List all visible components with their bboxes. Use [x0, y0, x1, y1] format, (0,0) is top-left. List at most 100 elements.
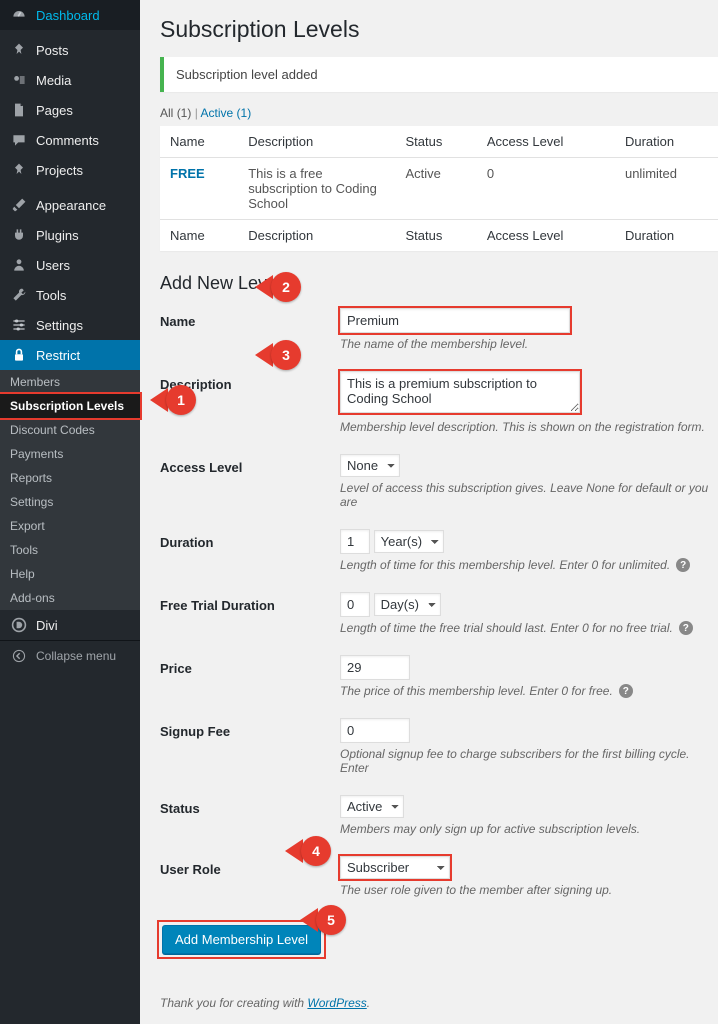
submenu-members[interactable]: Members — [0, 370, 140, 394]
brush-icon — [10, 197, 28, 213]
submenu-export[interactable]: Export — [0, 514, 140, 538]
th-description[interactable]: Description — [238, 126, 395, 158]
add-new-level-heading: Add New Level — [160, 273, 718, 294]
submenu-tools[interactable]: Tools — [0, 538, 140, 562]
role-label: User Role — [160, 856, 340, 877]
dashboard-icon — [10, 7, 28, 23]
sidebar-label: Settings — [36, 318, 132, 333]
sidebar-item-projects[interactable]: Projects — [0, 155, 140, 185]
submenu-discount-codes[interactable]: Discount Codes — [0, 418, 140, 442]
main-content: Subscription Levels Subscription level a… — [140, 0, 718, 1024]
collapse-label: Collapse menu — [36, 649, 116, 663]
role-help: The user role given to the member after … — [340, 883, 718, 897]
duration-label: Duration — [160, 529, 340, 550]
admin-sidebar: Dashboard Posts Media Pages Comments Pro… — [0, 0, 140, 1024]
duration-unit-select[interactable]: Year(s) — [374, 530, 444, 553]
sidebar-label: Divi — [36, 618, 132, 633]
footer-credit: Thank you for creating with WordPress. — [160, 996, 718, 1010]
sidebar-label: Pages — [36, 103, 132, 118]
sidebar-submenu: Members Subscription Levels Discount Cod… — [0, 370, 140, 610]
sidebar-label: Comments — [36, 133, 132, 148]
pin-icon — [10, 42, 28, 58]
page-title: Subscription Levels — [160, 16, 718, 43]
price-help: The price of this membership level. Ente… — [340, 684, 718, 698]
sidebar-item-media[interactable]: Media — [0, 65, 140, 95]
submenu-reports[interactable]: Reports — [0, 466, 140, 490]
help-icon[interactable]: ? — [676, 558, 690, 572]
notice-text: Subscription level added — [176, 67, 318, 82]
wordpress-link[interactable]: WordPress — [307, 996, 366, 1010]
media-icon — [10, 72, 28, 88]
trial-label: Free Trial Duration — [160, 592, 340, 613]
name-help: The name of the membership level. — [340, 337, 718, 351]
filter-links: All (1) | Active (1) — [160, 106, 718, 120]
price-label: Price — [160, 655, 340, 676]
duration-input[interactable] — [340, 529, 370, 554]
sidebar-item-users[interactable]: Users — [0, 250, 140, 280]
access-select[interactable]: None — [340, 454, 400, 477]
access-help: Level of access this subscription gives.… — [340, 481, 718, 509]
sliders-icon — [10, 317, 28, 333]
sidebar-label: Dashboard — [36, 8, 132, 23]
filter-active[interactable]: Active (1) — [201, 106, 252, 120]
th-access[interactable]: Access Level — [477, 126, 615, 158]
role-select[interactable]: Subscriber — [340, 856, 450, 879]
sidebar-item-appearance[interactable]: Appearance — [0, 190, 140, 220]
sidebar-item-pages[interactable]: Pages — [0, 95, 140, 125]
submenu-addons[interactable]: Add-ons — [0, 586, 140, 610]
status-select[interactable]: Active — [340, 795, 404, 818]
signup-label: Signup Fee — [160, 718, 340, 739]
signup-help: Optional signup fee to charge subscriber… — [340, 747, 718, 775]
lock-icon — [10, 347, 28, 363]
th-status[interactable]: Status — [396, 126, 477, 158]
sidebar-item-posts[interactable]: Posts — [0, 35, 140, 65]
table-row: FREE This is a free subscription to Codi… — [160, 158, 718, 220]
collapse-icon — [10, 649, 28, 663]
sidebar-label: Posts — [36, 43, 132, 58]
help-icon[interactable]: ? — [679, 621, 693, 635]
cell-description: This is a free subscription to Coding Sc… — [238, 158, 395, 220]
help-icon[interactable]: ? — [619, 684, 633, 698]
description-textarea[interactable]: This is a premium subscription to Coding… — [340, 371, 580, 413]
submenu-subscription-levels[interactable]: Subscription Levels — [0, 394, 140, 418]
trial-help: Length of time the free trial should las… — [340, 621, 718, 635]
divi-icon — [10, 617, 28, 633]
page-icon — [10, 102, 28, 118]
description-label: Description — [160, 371, 340, 392]
access-label: Access Level — [160, 454, 340, 475]
signup-input[interactable] — [340, 718, 410, 743]
th-name[interactable]: Name — [160, 126, 238, 158]
sidebar-item-dashboard[interactable]: Dashboard — [0, 0, 140, 30]
trial-input[interactable] — [340, 592, 370, 617]
sidebar-label: Users — [36, 258, 132, 273]
sidebar-item-restrict[interactable]: Restrict — [0, 340, 140, 370]
sidebar-item-plugins[interactable]: Plugins — [0, 220, 140, 250]
submenu-payments[interactable]: Payments — [0, 442, 140, 466]
sidebar-item-tools[interactable]: Tools — [0, 280, 140, 310]
submenu-settings[interactable]: Settings — [0, 490, 140, 514]
plug-icon — [10, 227, 28, 243]
price-input[interactable] — [340, 655, 410, 680]
submenu-help[interactable]: Help — [0, 562, 140, 586]
trial-unit-select[interactable]: Day(s) — [374, 593, 441, 616]
filter-all[interactable]: All (1) — [160, 106, 191, 120]
status-label: Status — [160, 795, 340, 816]
name-label: Name — [160, 308, 340, 329]
pin-icon — [10, 162, 28, 178]
sidebar-label: Media — [36, 73, 132, 88]
level-name-link[interactable]: FREE — [170, 166, 205, 181]
sidebar-label: Appearance — [36, 198, 132, 213]
wrench-icon — [10, 287, 28, 303]
sidebar-item-divi[interactable]: Divi — [0, 610, 140, 640]
cell-duration: unlimited — [615, 158, 718, 220]
sidebar-item-settings[interactable]: Settings — [0, 310, 140, 340]
add-membership-level-button[interactable]: Add Membership Level — [162, 925, 321, 954]
comment-icon — [10, 132, 28, 148]
sidebar-label: Projects — [36, 163, 132, 178]
description-help: Membership level description. This is sh… — [340, 420, 718, 434]
th-duration[interactable]: Duration — [615, 126, 718, 158]
success-notice: Subscription level added — [160, 57, 718, 92]
collapse-menu[interactable]: Collapse menu — [0, 640, 140, 671]
sidebar-item-comments[interactable]: Comments — [0, 125, 140, 155]
name-input[interactable] — [340, 308, 570, 333]
